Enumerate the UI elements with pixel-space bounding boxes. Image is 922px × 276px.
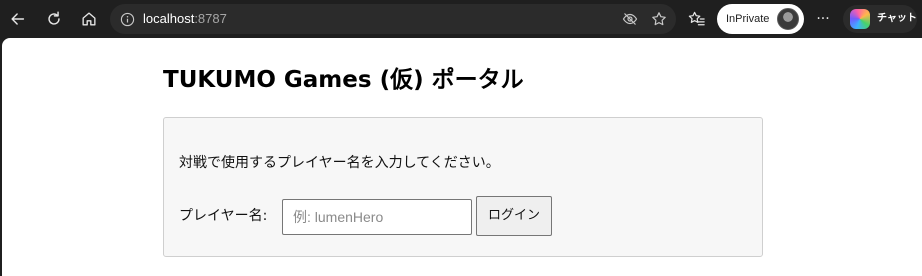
instruction-text: 対戦で使用するプレイヤー名を入力してください。 bbox=[179, 155, 500, 171]
address-url[interactable]: localhost:8787 bbox=[143, 11, 227, 27]
star-icon[interactable] bbox=[651, 11, 667, 27]
address-host: localhost bbox=[143, 11, 195, 26]
page-content: TUKUMO Games (仮) ポータル 対戦で使用するプレイヤー名を入力して… bbox=[2, 38, 922, 276]
inprivate-button[interactable]: InPrivate bbox=[717, 4, 804, 34]
login-panel: 対戦で使用するプレイヤー名を入力してください。 プレイヤー名: ログイン bbox=[163, 117, 763, 257]
info-icon[interactable] bbox=[119, 11, 135, 27]
address-bar[interactable]: localhost:8787 bbox=[110, 4, 676, 34]
inprivate-label: InPrivate bbox=[726, 13, 770, 25]
back-button[interactable] bbox=[6, 7, 30, 31]
home-icon bbox=[82, 12, 96, 26]
eye-slash-icon[interactable] bbox=[622, 11, 638, 27]
refresh-button[interactable] bbox=[42, 7, 66, 31]
login-button[interactable]: ログイン bbox=[476, 196, 552, 236]
home-button[interactable] bbox=[77, 7, 101, 31]
favorites-icon[interactable] bbox=[686, 9, 706, 29]
player-name-input[interactable] bbox=[282, 199, 472, 235]
refresh-icon bbox=[48, 11, 60, 25]
player-name-label: プレイヤー名: bbox=[179, 208, 268, 224]
back-arrow-icon bbox=[11, 13, 25, 25]
page-title: TUKUMO Games (仮) ポータル bbox=[163, 67, 524, 93]
more-menu-button[interactable]: ··· bbox=[812, 9, 834, 29]
copilot-icon bbox=[850, 9, 870, 29]
browser-toolbar: localhost:8787 InPrivate ··· チャット bbox=[0, 0, 922, 38]
copilot-label: チャット bbox=[877, 13, 917, 24]
address-port: :8787 bbox=[194, 11, 227, 26]
copilot-chat-button[interactable]: チャット bbox=[843, 5, 917, 33]
avatar-icon bbox=[777, 8, 799, 30]
